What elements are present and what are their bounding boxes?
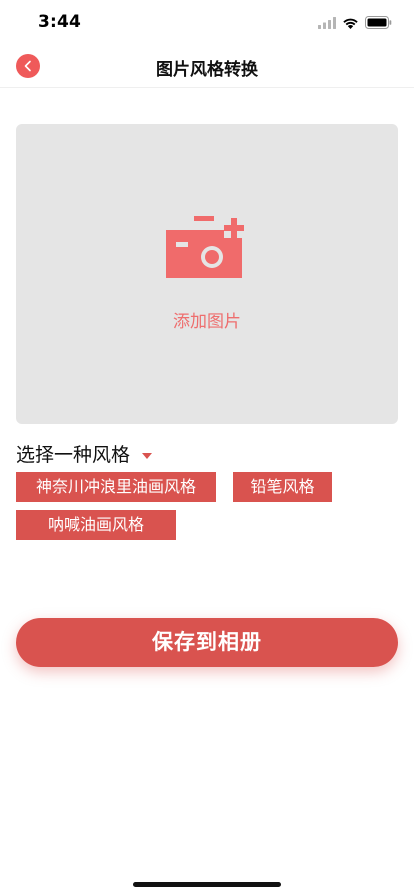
status-bar: 3:44 bbox=[0, 0, 414, 44]
style-option-pencil[interactable]: 铅笔风格 bbox=[233, 472, 332, 502]
camera-add-icon bbox=[166, 216, 248, 280]
style-selector-label: 选择一种风格 bbox=[16, 444, 131, 466]
caret-down-icon bbox=[142, 452, 153, 459]
save-to-album-button[interactable]: 保存到相册 bbox=[16, 618, 398, 667]
style-selector[interactable]: 选择一种风格 bbox=[16, 440, 153, 467]
status-time: 3:44 bbox=[38, 12, 82, 32]
battery-icon bbox=[365, 14, 392, 33]
nav-bar: 图片风格转换 bbox=[0, 44, 414, 88]
signal-icon bbox=[318, 14, 336, 33]
style-option-kanagawa[interactable]: 神奈川冲浪里油画风格 bbox=[16, 472, 216, 502]
status-icons bbox=[318, 14, 392, 33]
style-option-scream[interactable]: 呐喊油画风格 bbox=[16, 510, 176, 540]
screen: 3:44 图片风格转换 添加图片 选择一种风格 神奈川冲浪里油画风格 铅笔风格 … bbox=[0, 0, 414, 896]
add-image-label: 添加图片 bbox=[173, 312, 241, 332]
add-image-area[interactable]: 添加图片 bbox=[16, 124, 398, 424]
home-indicator[interactable] bbox=[133, 882, 281, 887]
wifi-icon bbox=[342, 14, 359, 33]
page-title: 图片风格转换 bbox=[156, 60, 258, 80]
